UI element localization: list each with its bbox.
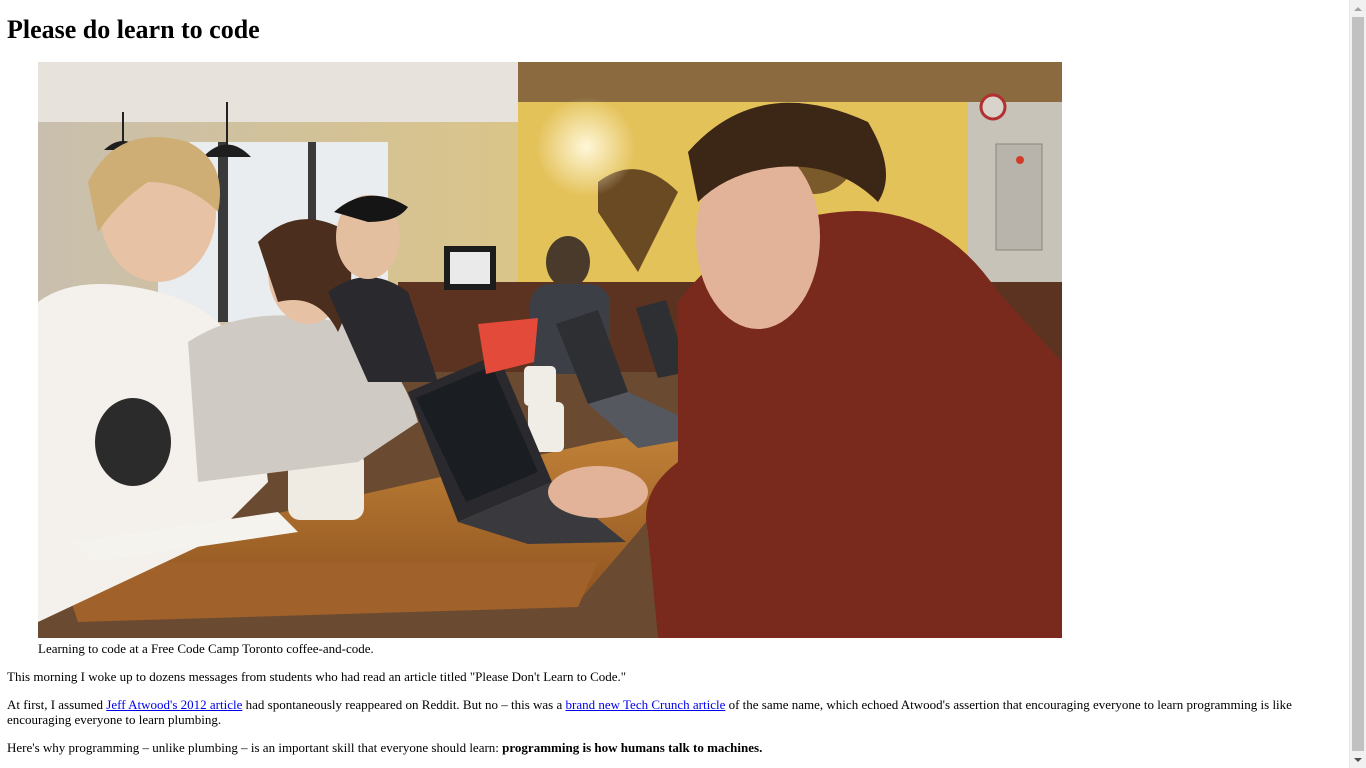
scrollbar-thumb[interactable] [1352, 17, 1364, 751]
paragraph-atwood-text-2: had spontaneously reappeared on Reddit. … [242, 697, 566, 712]
paragraph-atwood-text-1: At first, I assumed [7, 697, 107, 712]
paragraph-why-text: Here's why programming – unlike plumbing… [7, 740, 503, 755]
tech-crunch-article-link[interactable]: brand new Tech Crunch article [566, 697, 726, 712]
paragraph-atwood: At first, I assumed Jeff Atwood's 2012 a… [7, 697, 1343, 727]
figure-caption: Learning to code at a Free Code Camp Tor… [38, 641, 374, 656]
paragraph-intro: This morning I woke up to dozens message… [7, 669, 627, 684]
scroll-up-button[interactable] [1350, 0, 1366, 17]
article: Please do learn to code Learning to code… [7, 0, 1343, 756]
scroll-up-arrow-icon [1354, 6, 1362, 11]
article-title: Please do learn to code [7, 15, 260, 44]
paragraph-why: Here's why programming – unlike plumbing… [7, 740, 1343, 755]
page-viewport: Please do learn to code Learning to code… [0, 0, 1366, 768]
article-figure: Learning to code at a Free Code Camp Tor… [38, 62, 1343, 656]
scroll-down-button[interactable] [1350, 751, 1366, 768]
paragraph-why-bold: programming is how humans talk to machin… [502, 740, 763, 755]
coffee-and-code-photo [38, 62, 1062, 638]
scroll-down-arrow-icon [1354, 757, 1362, 762]
vertical-scrollbar[interactable] [1349, 0, 1366, 768]
jeff-atwood-article-link[interactable]: Jeff Atwood's 2012 article [106, 697, 242, 712]
